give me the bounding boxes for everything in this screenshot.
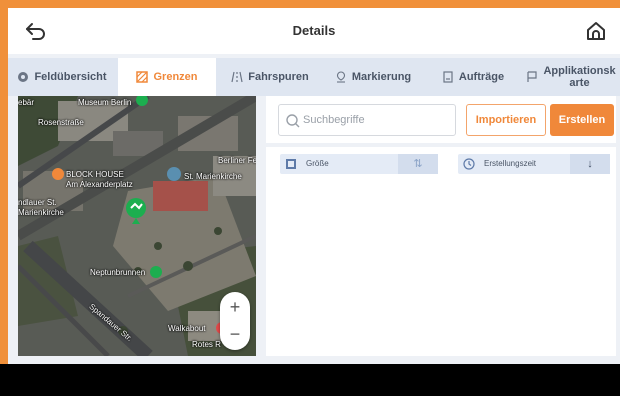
satellite-map[interactable]: Museum Berlin ebär Rosenstraße BLOCK HOU… — [18, 96, 256, 356]
sort-by-creation-time[interactable]: Erstellungszeit ↓ — [458, 154, 610, 174]
tab-field-overview[interactable]: Feldübersicht — [8, 58, 116, 96]
size-icon — [286, 159, 296, 169]
map-label: Am Alexanderplatz — [66, 180, 133, 189]
tab-label: Aufträge — [458, 71, 505, 83]
map-label: ebär — [18, 98, 35, 107]
map-label: Walkabout — [168, 324, 206, 333]
page-title: Details — [292, 23, 336, 38]
tab-label: Grenzen — [153, 71, 198, 83]
map-label: Rotes R — [192, 340, 221, 349]
map-label: ndlauer St. — [18, 198, 57, 207]
search-input[interactable]: Suchbegriffe — [278, 104, 456, 136]
zoom-out-button[interactable]: − — [220, 320, 250, 348]
tab-application-map[interactable]: Applikationsk arte — [522, 58, 620, 96]
boundary-icon — [136, 71, 149, 83]
lane-icon — [231, 71, 243, 83]
church-poi-icon[interactable] — [167, 167, 181, 181]
tab-label-line2: arte — [569, 77, 590, 89]
import-button[interactable]: Importieren — [466, 104, 546, 136]
map-label: BLOCK HOUSE — [66, 170, 124, 179]
map-label: St. Marienkirche — [184, 172, 242, 181]
fountain-poi-icon[interactable] — [150, 266, 162, 278]
map-label: Rosenstraße — [38, 118, 84, 127]
marker-icon — [336, 71, 345, 83]
search-placeholder: Suchbegriffe — [303, 114, 365, 126]
tab-label-line1: Applikationsk — [543, 65, 616, 77]
sort-label: Erstellungszeit — [484, 159, 537, 168]
search-icon — [286, 114, 300, 128]
restaurant-poi-icon[interactable] — [52, 168, 64, 180]
field-overview-icon — [18, 72, 29, 82]
home-icon[interactable] — [584, 19, 608, 43]
tab-tasks[interactable]: Aufträge — [424, 58, 522, 96]
sort-by-size[interactable]: Größe ⇅ — [280, 154, 438, 174]
app-window: Details Feldübersicht Grenzen Fahrspuren — [8, 8, 620, 364]
tasks-icon — [443, 71, 453, 83]
zoom-in-button[interactable]: + — [220, 293, 250, 321]
map-label: Museum Berlin — [78, 98, 132, 107]
boundaries-panel: Suchbegriffe Importieren Erstellen Größe… — [266, 96, 616, 356]
divider — [266, 143, 616, 147]
header-bar: Details — [8, 8, 620, 54]
system-bottom-bar — [0, 364, 620, 396]
create-button[interactable]: Erstellen — [550, 104, 614, 136]
sort-label: Größe — [306, 159, 329, 168]
tab-label: Fahrspuren — [248, 71, 309, 83]
sort-toggle-icon[interactable]: ⇅ — [398, 154, 438, 174]
tab-label: Feldübersicht — [34, 71, 107, 83]
tab-boundaries[interactable]: Grenzen — [118, 58, 216, 96]
map-label: Berliner Fe — [218, 156, 256, 165]
zoom-control: + − — [220, 292, 250, 350]
sort-desc-icon[interactable]: ↓ — [570, 154, 610, 174]
map-label: Neptunbrunnen — [90, 268, 146, 277]
tab-bar: Feldübersicht Grenzen Fahrspuren Markier… — [8, 58, 620, 96]
clock-icon — [463, 158, 475, 170]
tab-label: Applikationsk arte — [543, 65, 615, 89]
tab-lanes[interactable]: Fahrspuren — [218, 58, 322, 96]
tab-marker[interactable]: Markierung — [324, 58, 422, 96]
application-map-icon — [527, 71, 538, 82]
map-label: Marienkirche — [18, 208, 64, 217]
tab-label: Markierung — [351, 71, 412, 83]
